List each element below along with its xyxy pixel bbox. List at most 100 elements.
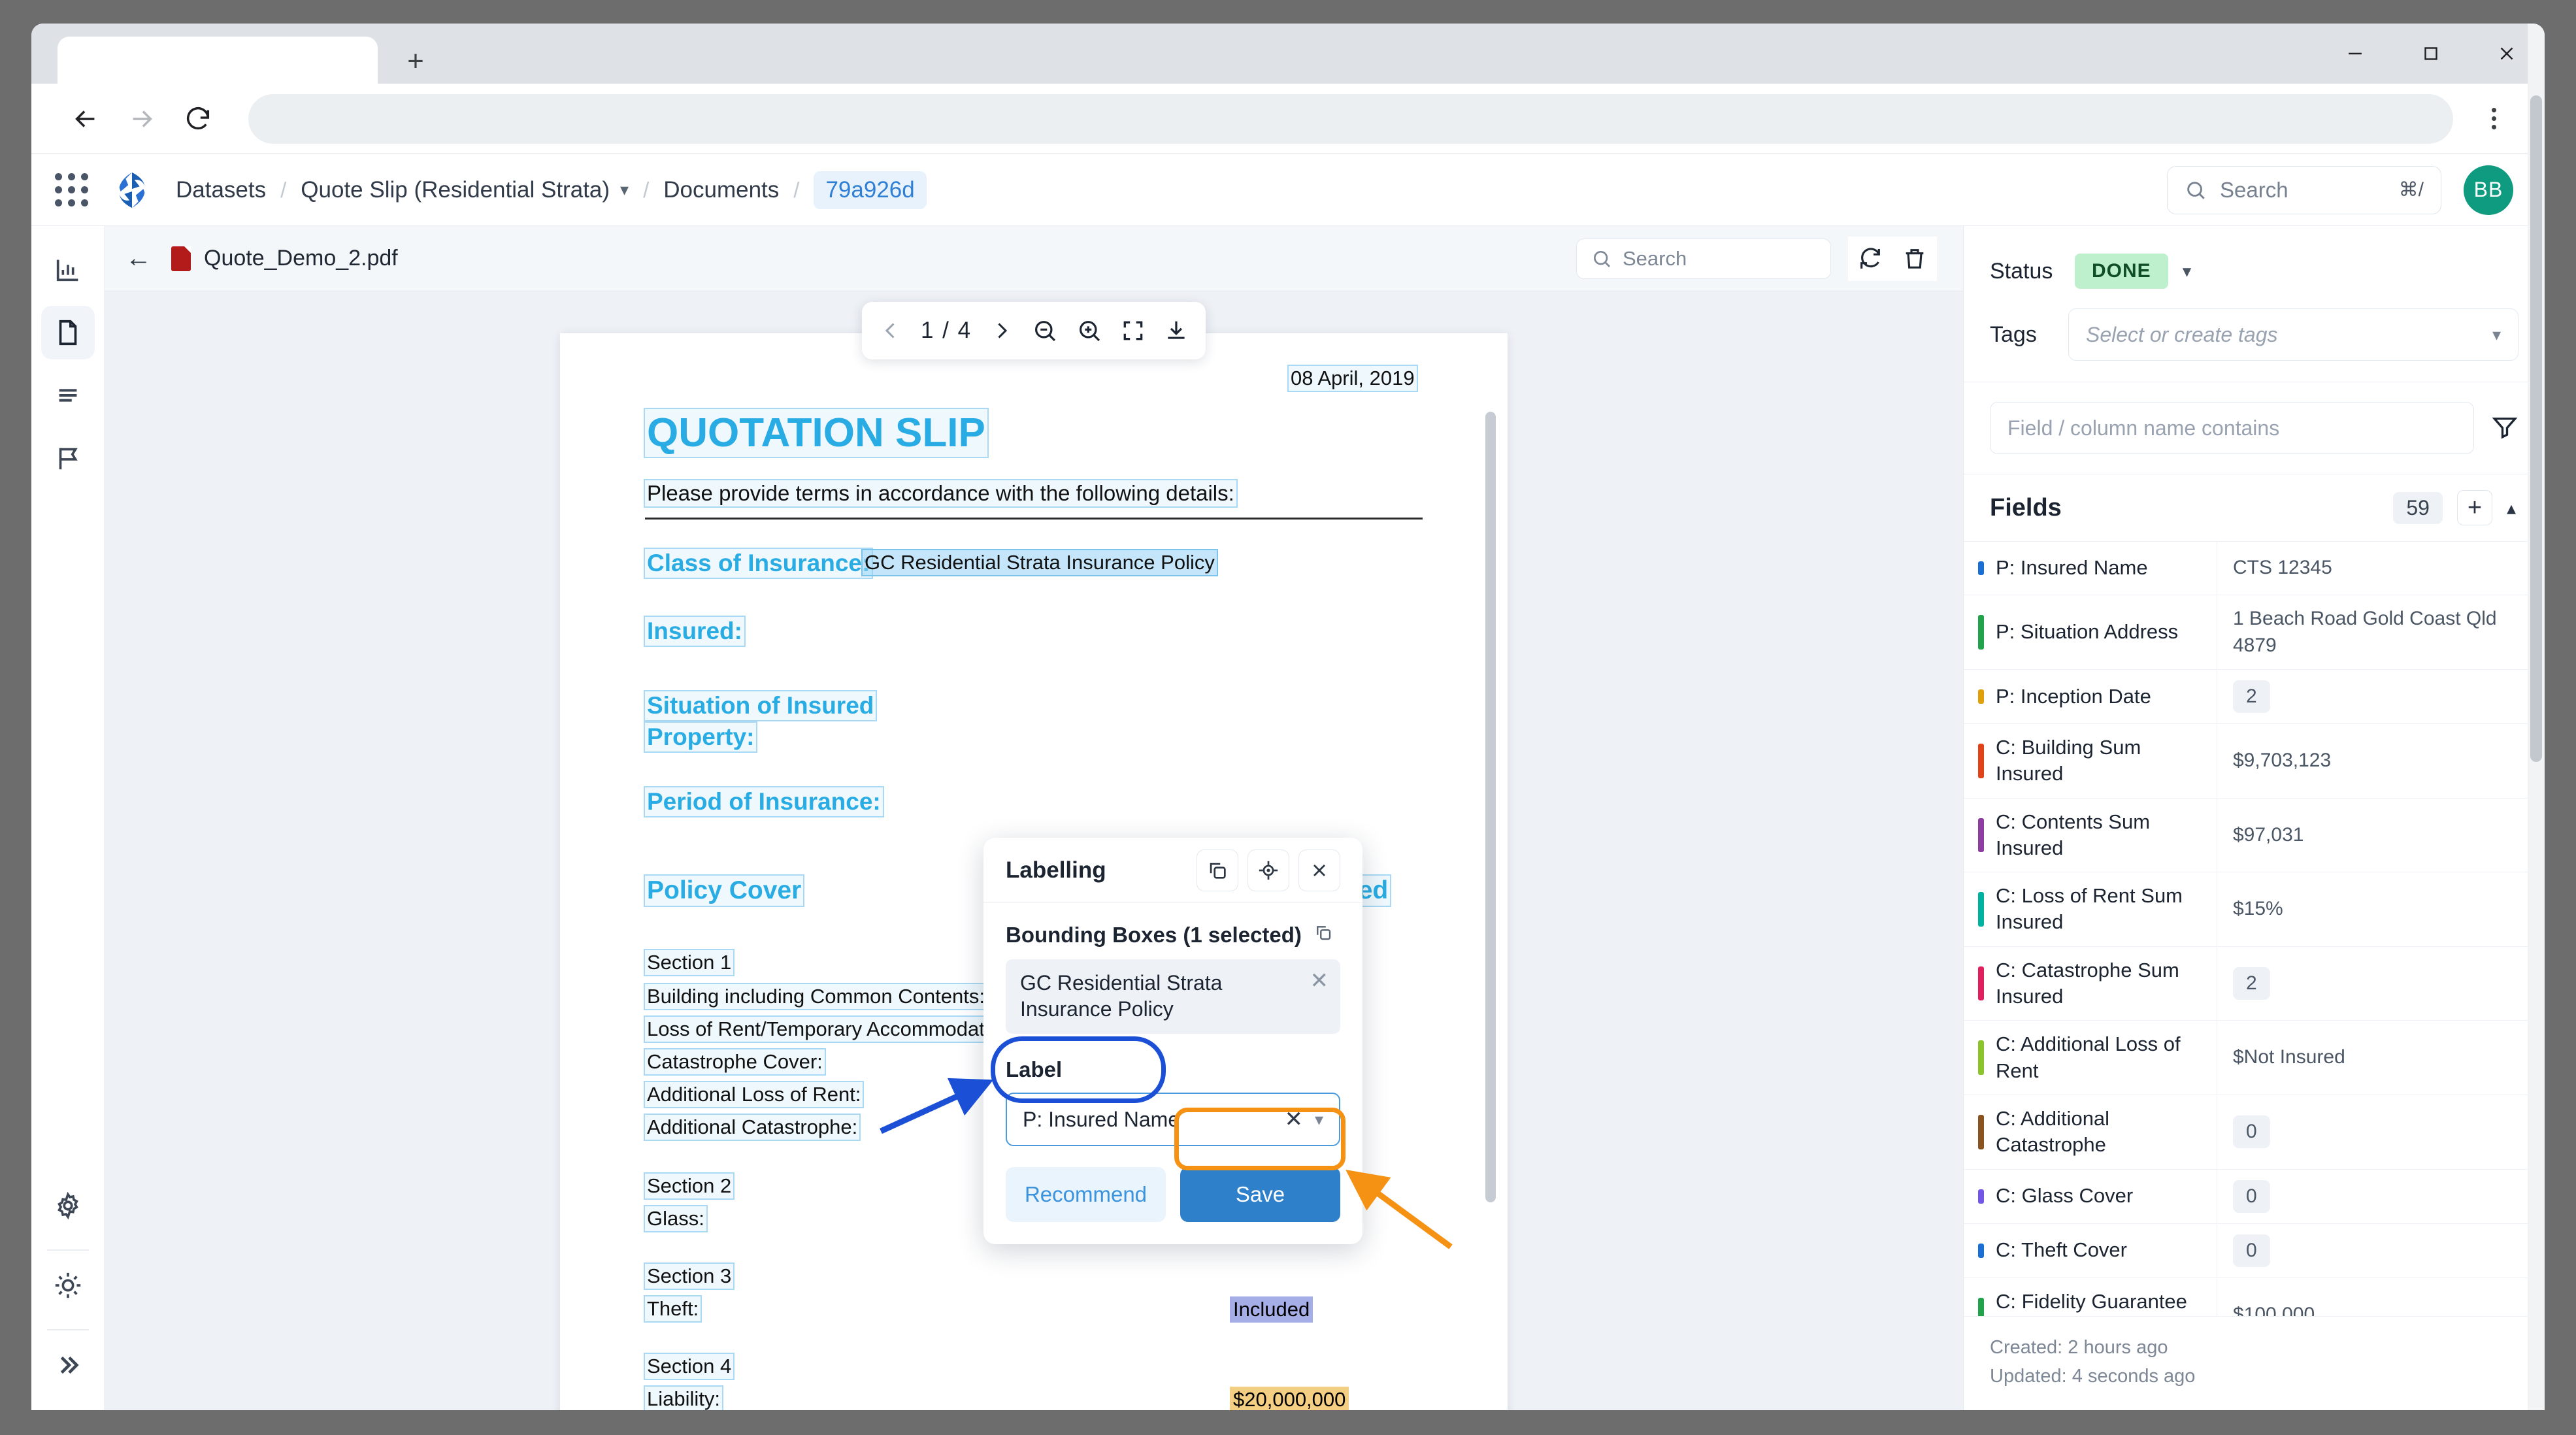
window-controls bbox=[2317, 24, 2545, 84]
table-row[interactable]: C: Theft Cover 0 bbox=[1964, 1224, 2545, 1278]
table-row[interactable]: P: Inception Date2 bbox=[1964, 670, 2545, 724]
breadcrumb-item-document-id[interactable]: 79a926d bbox=[814, 171, 926, 209]
sidebar-item-settings[interactable] bbox=[41, 1179, 95, 1232]
field-value-cell[interactable]: $Not Insured bbox=[2217, 1021, 2545, 1095]
url-input[interactable] bbox=[248, 94, 2453, 144]
table-row[interactable]: C: Glass Cover0 bbox=[1964, 1170, 2545, 1224]
clear-label-button[interactable]: ✕ bbox=[1284, 1106, 1303, 1132]
field-value-badge: 0 bbox=[2233, 1115, 2270, 1148]
table-row[interactable]: C: Building Sum Insured$9,703,123 bbox=[1964, 724, 2545, 799]
sidebar-item-theme[interactable] bbox=[41, 1259, 95, 1312]
copy-icon bbox=[1313, 923, 1333, 942]
tags-select[interactable]: Select or create tags ▾ bbox=[2068, 308, 2518, 361]
page-indicator: 1 / 4 bbox=[921, 318, 972, 344]
download-button[interactable] bbox=[1164, 318, 1189, 343]
page-scrollbar-thumb[interactable] bbox=[2530, 95, 2542, 762]
pdf-scrollbar-thumb[interactable] bbox=[1485, 412, 1496, 1202]
crosshair-target-icon bbox=[1257, 859, 1280, 882]
maximize-button[interactable] bbox=[2393, 24, 2469, 84]
new-tab-button[interactable]: + bbox=[397, 43, 434, 80]
back-arrow-icon bbox=[71, 104, 101, 134]
collapse-fields-button[interactable]: ▴ bbox=[2507, 497, 2516, 519]
field-filter-input[interactable]: Field / column name contains bbox=[1990, 402, 2474, 454]
fields-rows-container: P: Insured NameCTS 12345P: Situation Add… bbox=[1964, 542, 2545, 1410]
table-row[interactable]: P: Insured NameCTS 12345 bbox=[1964, 542, 2545, 595]
sidebar-item-lists[interactable] bbox=[41, 369, 95, 422]
back-arrow-icon[interactable]: ← bbox=[125, 244, 152, 273]
table-row[interactable]: C: Catastrophe Sum Insured2 bbox=[1964, 947, 2545, 1021]
field-value-cell[interactable]: $97,031 bbox=[2217, 799, 2545, 872]
field-value-cell[interactable]: $9,703,123 bbox=[2217, 724, 2545, 798]
zoom-in-button[interactable] bbox=[1076, 318, 1102, 344]
breadcrumb-item-datasets[interactable]: Datasets bbox=[176, 177, 266, 203]
field-value-cell[interactable]: 0 bbox=[2217, 1095, 2545, 1169]
doc-row-value[interactable]: $20,000,000 bbox=[1230, 1387, 1349, 1410]
browser-reload-button[interactable] bbox=[170, 91, 226, 147]
avatar[interactable]: BB bbox=[2464, 165, 2513, 215]
save-button[interactable]: Save bbox=[1180, 1167, 1340, 1222]
refresh-button[interactable] bbox=[1848, 237, 1892, 281]
doc-row-value[interactable]: Included bbox=[1230, 1296, 1313, 1323]
label-select[interactable]: P: Insured Name ✕ ▾ bbox=[1006, 1093, 1340, 1146]
page-scrollbar[interactable] bbox=[2528, 24, 2545, 1410]
document-search-input[interactable]: Search bbox=[1576, 239, 1831, 279]
browser-tab[interactable] bbox=[58, 37, 378, 84]
copy-button[interactable] bbox=[1197, 849, 1238, 891]
browser-menu-button[interactable] bbox=[2469, 94, 2518, 144]
remove-bounding-box-button[interactable]: ✕ bbox=[1310, 970, 1329, 992]
chevron-down-icon[interactable]: ▾ bbox=[1315, 1110, 1323, 1130]
field-value-cell[interactable]: 2 bbox=[2217, 670, 2545, 723]
table-row[interactable]: C: Additional Catastrophe0 bbox=[1964, 1095, 2545, 1170]
recommend-button[interactable]: Recommend bbox=[1006, 1167, 1166, 1222]
zoom-out-button[interactable] bbox=[1032, 318, 1058, 344]
table-row[interactable]: P: Situation Address1 Beach Road Gold Co… bbox=[1964, 595, 2545, 670]
bounding-boxes-heading: Bounding Boxes (1 selected) bbox=[1006, 923, 1340, 948]
field-value-cell[interactable]: 0 bbox=[2217, 1224, 2545, 1278]
doc-value-class-of-insurance[interactable]: GC Residential Strata Insurance Policy bbox=[863, 550, 1217, 575]
search-icon bbox=[2185, 179, 2207, 201]
sidebar-item-flags[interactable] bbox=[41, 431, 95, 485]
field-value-cell[interactable]: CTS 12345 bbox=[2217, 542, 2545, 595]
add-field-button[interactable]: + bbox=[2457, 490, 2492, 525]
fit-screen-button[interactable] bbox=[1121, 318, 1146, 343]
gear-icon bbox=[53, 1191, 83, 1221]
field-value-cell[interactable]: 1 Beach Road Gold Coast Qld 4879 bbox=[2217, 595, 2545, 669]
table-row[interactable]: C: Additional Loss of Rent$Not Insured bbox=[1964, 1021, 2545, 1095]
close-labelling-button[interactable] bbox=[1298, 849, 1340, 891]
field-name-cell: P: Inception Date bbox=[1964, 670, 2217, 723]
status-dropdown[interactable]: DONE ▾ bbox=[2068, 248, 2205, 294]
field-name: C: Loss of Rent Sum Insured bbox=[1996, 883, 2206, 936]
copy-bounding-boxes-button[interactable] bbox=[1313, 923, 1333, 948]
browser-back-button[interactable] bbox=[58, 91, 114, 147]
field-value-cell[interactable]: 2 bbox=[2217, 947, 2545, 1021]
tags-row: Tags Select or create tags ▾ bbox=[1964, 294, 2545, 382]
field-name: C: Contents Sum Insured bbox=[1996, 809, 2206, 862]
app-grid-icon[interactable] bbox=[55, 173, 88, 206]
app-body: ← Quote_Demo_2.pdf Search bbox=[31, 226, 2545, 1410]
chevron-down-icon[interactable]: ▾ bbox=[620, 180, 629, 200]
global-search-input[interactable]: Search ⌘/ bbox=[2167, 166, 2441, 214]
browser-forward-button[interactable] bbox=[114, 91, 170, 147]
breadcrumb-item-documents[interactable]: Documents bbox=[663, 177, 779, 203]
field-filter-row: Field / column name contains bbox=[1964, 382, 2545, 474]
table-row[interactable]: C: Contents Sum Insured$97,031 bbox=[1964, 799, 2545, 873]
locate-button[interactable] bbox=[1247, 849, 1289, 891]
delete-button[interactable] bbox=[1892, 237, 1937, 281]
pdf-page-scrollbar[interactable] bbox=[1485, 412, 1496, 1410]
next-page-button[interactable] bbox=[990, 319, 1014, 342]
field-value-cell[interactable]: $15% bbox=[2217, 872, 2545, 946]
field-name: C: Theft Cover bbox=[1996, 1237, 2127, 1263]
filter-button[interactable] bbox=[2491, 413, 2518, 444]
field-value: $9,703,123 bbox=[2233, 748, 2331, 774]
prev-page-button[interactable] bbox=[879, 319, 902, 342]
field-value: $15% bbox=[2233, 896, 2283, 923]
breadcrumb-item-dataset-name[interactable]: Quote Slip (Residential Strata) bbox=[301, 177, 610, 203]
table-row[interactable]: C: Loss of Rent Sum Insured $15% bbox=[1964, 872, 2545, 947]
sidebar-item-analytics[interactable] bbox=[41, 243, 95, 297]
field-color-bar bbox=[1978, 615, 1984, 650]
sidebar-expand-button[interactable] bbox=[41, 1338, 95, 1392]
field-value-cell[interactable]: 0 bbox=[2217, 1170, 2545, 1223]
minimize-button[interactable] bbox=[2317, 24, 2393, 84]
brand-logo-icon[interactable] bbox=[112, 170, 152, 210]
sidebar-item-documents[interactable] bbox=[41, 306, 95, 359]
